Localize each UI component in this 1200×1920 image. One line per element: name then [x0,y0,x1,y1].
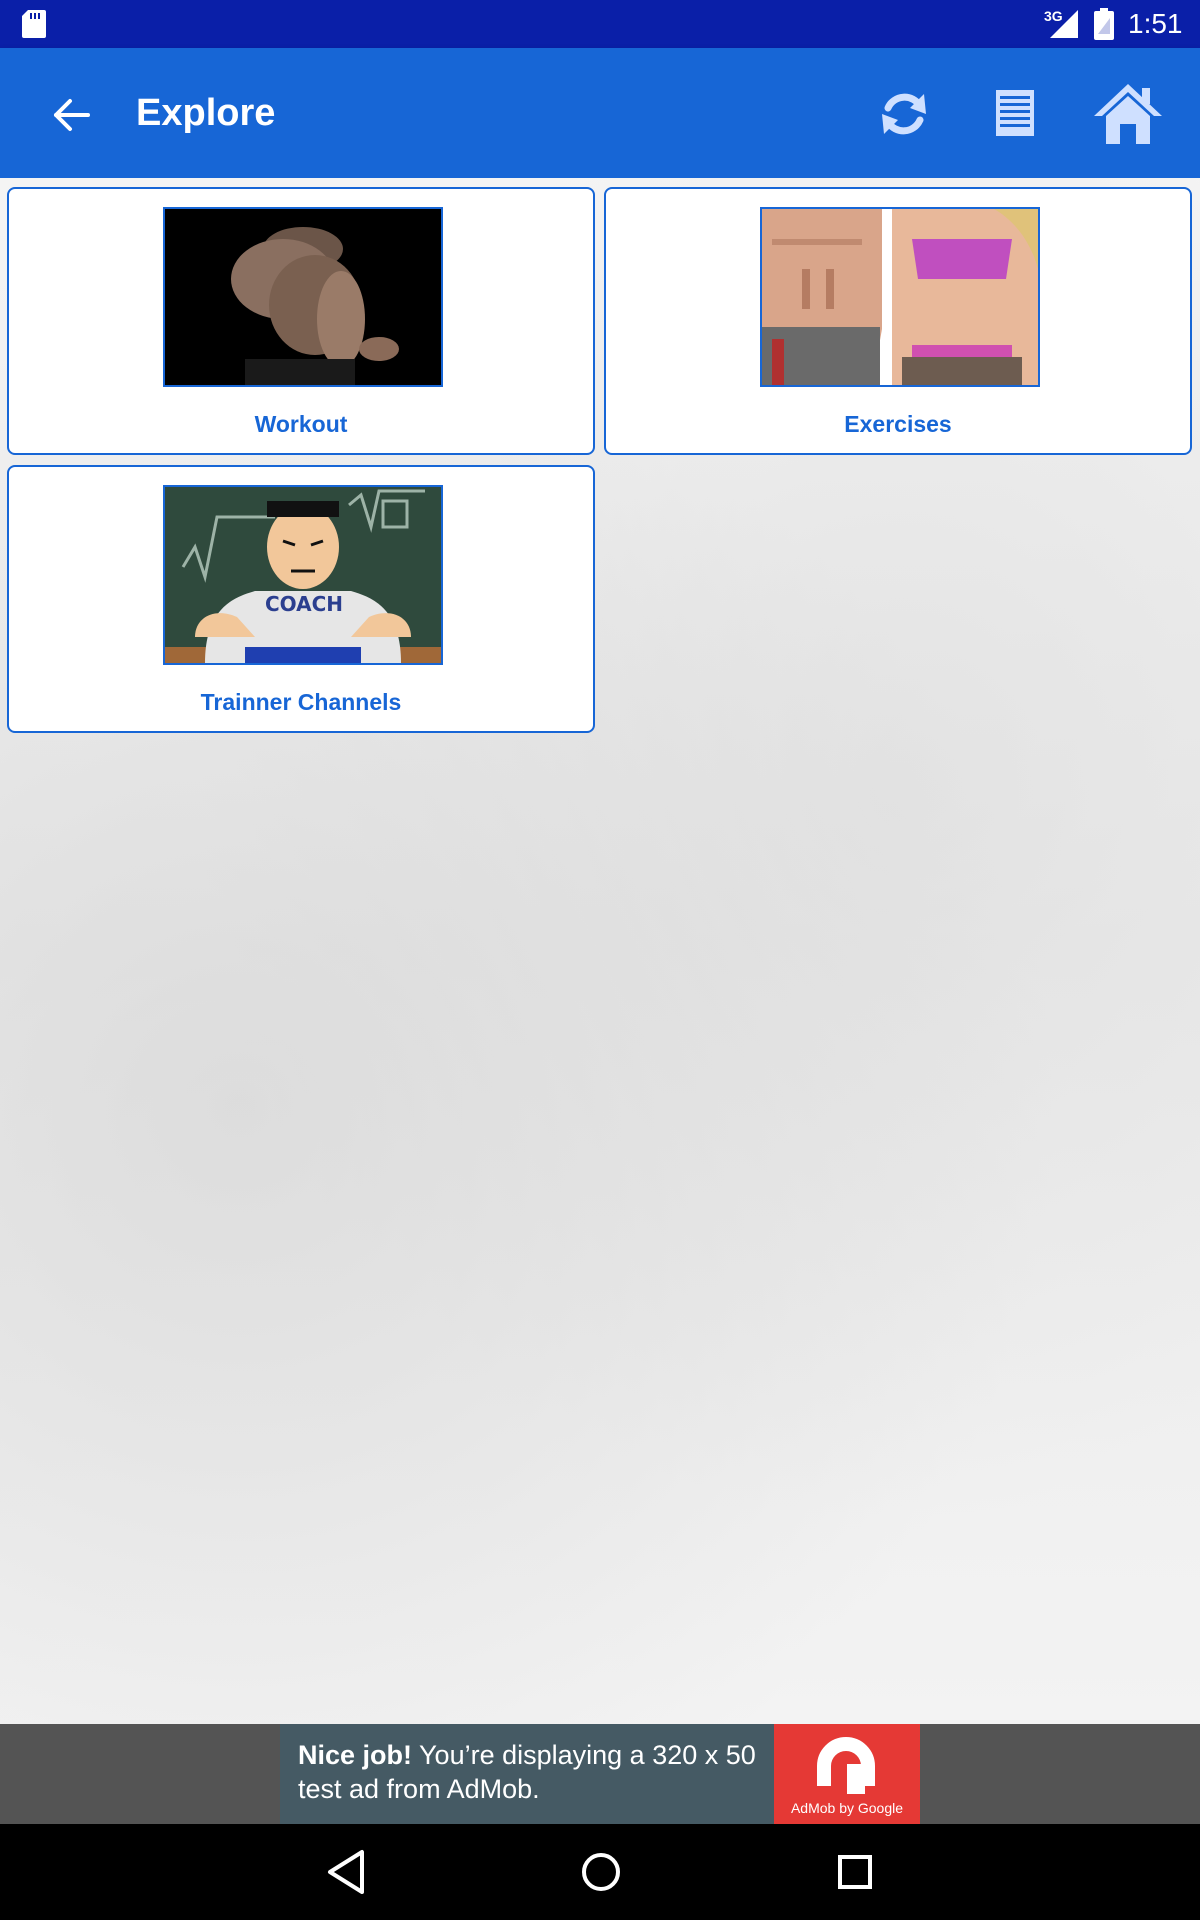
clock: 1:51 [1128,8,1183,39]
system-nav-bar [0,1824,1200,1920]
ad-text: Nice job! You’re displaying a 320 x 50 t… [298,1738,778,1806]
page-title: Explore [136,92,276,134]
list-icon[interactable] [988,86,1044,142]
card-label: Trainner Channels [200,689,402,715]
admob-logo: AdMob by Google [774,1724,920,1824]
nav-home-icon[interactable] [576,1846,626,1898]
card-label: Workout [254,411,348,437]
explore-grid: Workout Exercises COACH Trainner Channel… [0,178,1200,1724]
exercises-image [760,207,1040,387]
ad-headline: Nice job! [298,1740,413,1770]
card-trainner-channels[interactable]: COACH Trainner Channels [7,465,595,733]
home-icon[interactable] [1092,80,1164,148]
trainner-channels-image: COACH [163,485,443,665]
nav-back-icon[interactable] [322,1846,372,1898]
back-arrow-icon[interactable] [44,90,100,140]
card-label: Exercises [844,411,952,437]
status-bar: 3G 1:51 [0,0,1200,48]
signal-icon [1050,10,1078,38]
test-ad-banner[interactable]: Nice job! You’re displaying a 320 x 50 t… [280,1724,920,1824]
nav-recents-icon[interactable] [830,1846,880,1898]
battery-icon [1094,8,1114,40]
workout-image [163,207,443,387]
card-exercises[interactable]: Exercises [604,187,1192,455]
card-workout[interactable]: Workout [7,187,595,455]
app-bar: Explore [0,48,1200,178]
svg-text:COACH: COACH [265,592,343,616]
ad-container: Nice job! You’re displaying a 320 x 50 t… [0,1724,1200,1824]
ad-logo-text: AdMob by Google [790,1800,904,1816]
refresh-icon[interactable] [874,84,934,144]
sd-card-icon [22,10,46,38]
